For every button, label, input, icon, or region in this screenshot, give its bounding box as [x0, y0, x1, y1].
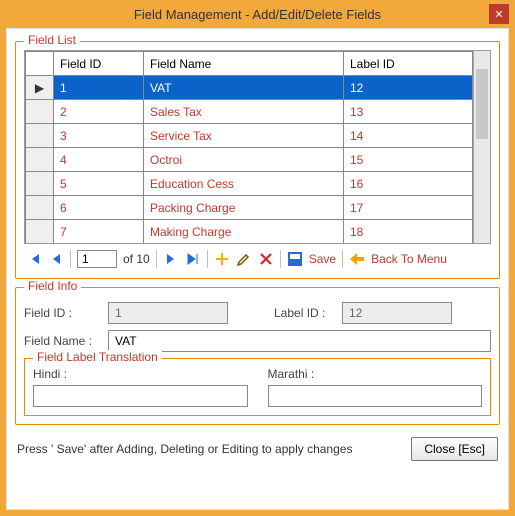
table-row[interactable]: 3Service Tax14 [26, 124, 473, 148]
cell-field-id: 1 [54, 76, 144, 100]
col-label-id[interactable]: Label ID [344, 52, 473, 76]
marathi-input[interactable] [268, 385, 483, 407]
grid-scrollbar[interactable] [473, 51, 490, 243]
edit-icon[interactable] [236, 251, 252, 267]
label-id-input [342, 302, 452, 324]
row-indicator [26, 172, 54, 196]
table-row[interactable]: ▶1VAT12 [26, 76, 473, 100]
cell-field-name: Sales Tax [144, 100, 344, 124]
last-page-icon[interactable] [185, 251, 201, 267]
field-info-title: Field Info [24, 279, 81, 293]
page-of-text: of 10 [123, 252, 150, 266]
label-id-label: Label ID : [274, 306, 334, 320]
delete-icon[interactable] [258, 251, 274, 267]
back-to-menu-link[interactable]: Back To Menu [371, 252, 447, 266]
cell-label-id: 15 [344, 148, 473, 172]
grid-wrap: Field ID Field Name Label ID ▶1VAT122Sal… [24, 50, 491, 244]
cell-label-id: 18 [344, 220, 473, 244]
cell-field-id: 2 [54, 100, 144, 124]
table-row[interactable]: 2Sales Tax13 [26, 100, 473, 124]
translation-title: Field Label Translation [33, 350, 162, 364]
hindi-input[interactable] [33, 385, 248, 407]
cell-label-id: 14 [344, 124, 473, 148]
cell-field-name: VAT [144, 76, 344, 100]
col-field-name[interactable]: Field Name [144, 52, 344, 76]
row-indicator [26, 196, 54, 220]
cell-field-name: Packing Charge [144, 196, 344, 220]
footer-hint: Press ' Save' after Adding, Deleting or … [17, 442, 352, 456]
client-area: Field List Field ID Field Name Label ID … [6, 28, 509, 510]
field-name-label: Field Name : [24, 334, 100, 348]
close-button[interactable]: Close [Esc] [411, 437, 498, 461]
row-indicator [26, 148, 54, 172]
col-field-id[interactable]: Field ID [54, 52, 144, 76]
footer: Press ' Save' after Adding, Deleting or … [15, 433, 500, 461]
cell-label-id: 17 [344, 196, 473, 220]
marathi-label: Marathi : [268, 367, 483, 381]
save-link[interactable]: Save [309, 252, 336, 266]
window-close-button[interactable]: ✕ [489, 4, 509, 24]
window-title: Field Management - Add/Edit/Delete Field… [134, 7, 381, 22]
field-list-group: Field List Field ID Field Name Label ID … [15, 41, 500, 279]
hindi-label: Hindi : [33, 367, 248, 381]
table-row[interactable]: 6Packing Charge17 [26, 196, 473, 220]
field-id-label: Field ID : [24, 306, 100, 320]
first-page-icon[interactable] [26, 251, 42, 267]
row-indicator: ▶ [26, 76, 54, 100]
row-indicator [26, 124, 54, 148]
cell-field-name: Making Charge [144, 220, 344, 244]
cell-field-id: 3 [54, 124, 144, 148]
cell-field-id: 5 [54, 172, 144, 196]
field-info-group: Field Info Field ID : Label ID : Field N… [15, 287, 500, 425]
title-bar: Field Management - Add/Edit/Delete Field… [0, 0, 515, 28]
field-id-input [108, 302, 228, 324]
cell-field-name: Service Tax [144, 124, 344, 148]
translation-group: Field Label Translation Hindi : Marathi … [24, 358, 491, 416]
table-row[interactable]: 5Education Cess16 [26, 172, 473, 196]
table-row[interactable]: 4Octroi15 [26, 148, 473, 172]
row-indicator [26, 220, 54, 244]
cell-field-name: Octroi [144, 148, 344, 172]
cell-field-name: Education Cess [144, 172, 344, 196]
cell-label-id: 16 [344, 172, 473, 196]
add-icon[interactable] [214, 251, 230, 267]
cell-field-id: 4 [54, 148, 144, 172]
save-icon[interactable] [287, 251, 303, 267]
pager: of 10 Save Back To Menu [24, 248, 491, 270]
cell-field-id: 7 [54, 220, 144, 244]
next-page-icon[interactable] [163, 251, 179, 267]
field-list-title: Field List [24, 33, 80, 47]
prev-page-icon[interactable] [48, 251, 64, 267]
cell-label-id: 12 [344, 76, 473, 100]
table-row[interactable]: 7Making Charge18 [26, 220, 473, 244]
page-input[interactable] [77, 250, 117, 268]
row-indicator [26, 100, 54, 124]
cell-field-id: 6 [54, 196, 144, 220]
row-selector-header [26, 52, 54, 76]
field-grid[interactable]: Field ID Field Name Label ID ▶1VAT122Sal… [25, 51, 473, 243]
cell-label-id: 13 [344, 100, 473, 124]
field-name-input[interactable] [108, 330, 491, 352]
back-arrow-icon[interactable] [349, 251, 365, 267]
